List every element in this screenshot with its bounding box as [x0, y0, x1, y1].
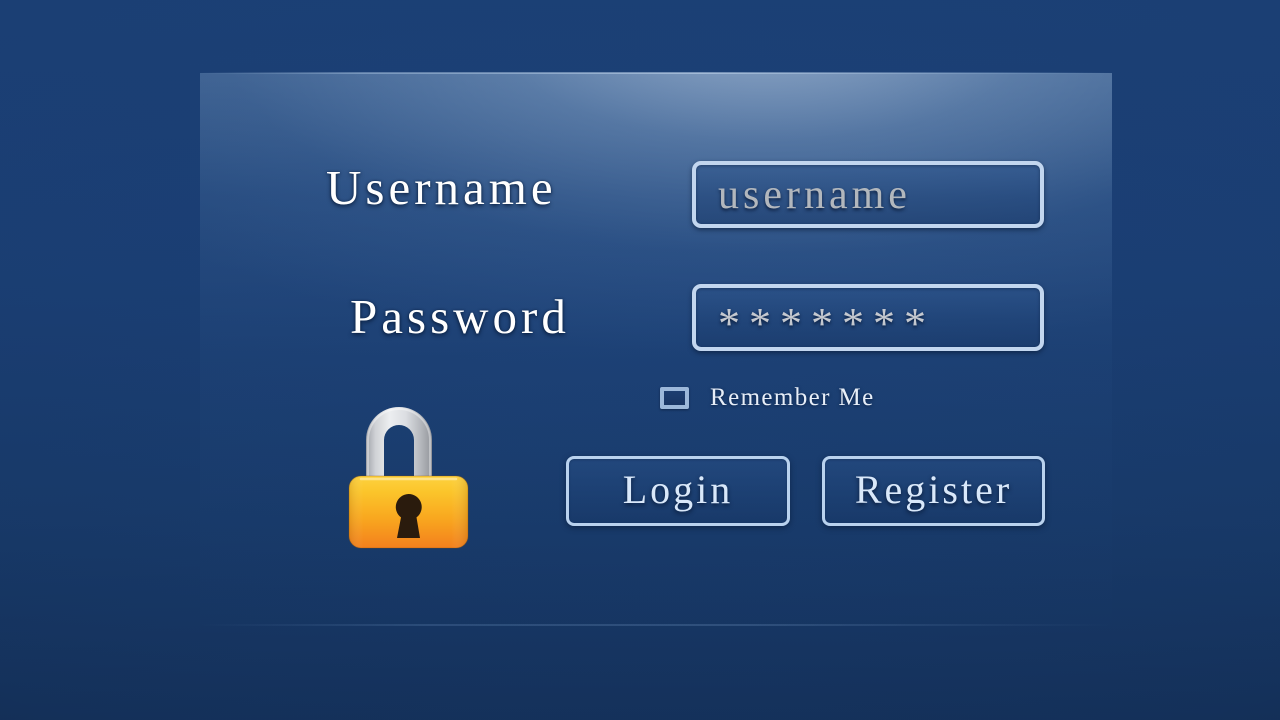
login-button-label: Login: [622, 467, 734, 512]
username-input-value: username: [718, 171, 911, 218]
password-label: Password: [350, 289, 570, 344]
lock-icon: [344, 392, 474, 550]
remember-me-label: Remember Me: [710, 384, 875, 411]
password-input-value: *******: [718, 298, 935, 348]
remember-me-checkbox[interactable]: [660, 387, 689, 409]
register-button-label: Register: [854, 467, 1013, 512]
remember-me-row[interactable]: Remember Me: [660, 384, 875, 412]
username-label: Username: [326, 160, 557, 215]
panel-bottom-edge: [200, 624, 1112, 626]
username-input[interactable]: username: [692, 161, 1044, 228]
password-input[interactable]: *******: [692, 284, 1044, 351]
panel-top-edge: [200, 72, 1112, 74]
login-button[interactable]: Login: [566, 456, 790, 526]
register-button[interactable]: Register: [822, 456, 1045, 526]
login-screen: Username username Password ******* Remem…: [0, 0, 1280, 720]
